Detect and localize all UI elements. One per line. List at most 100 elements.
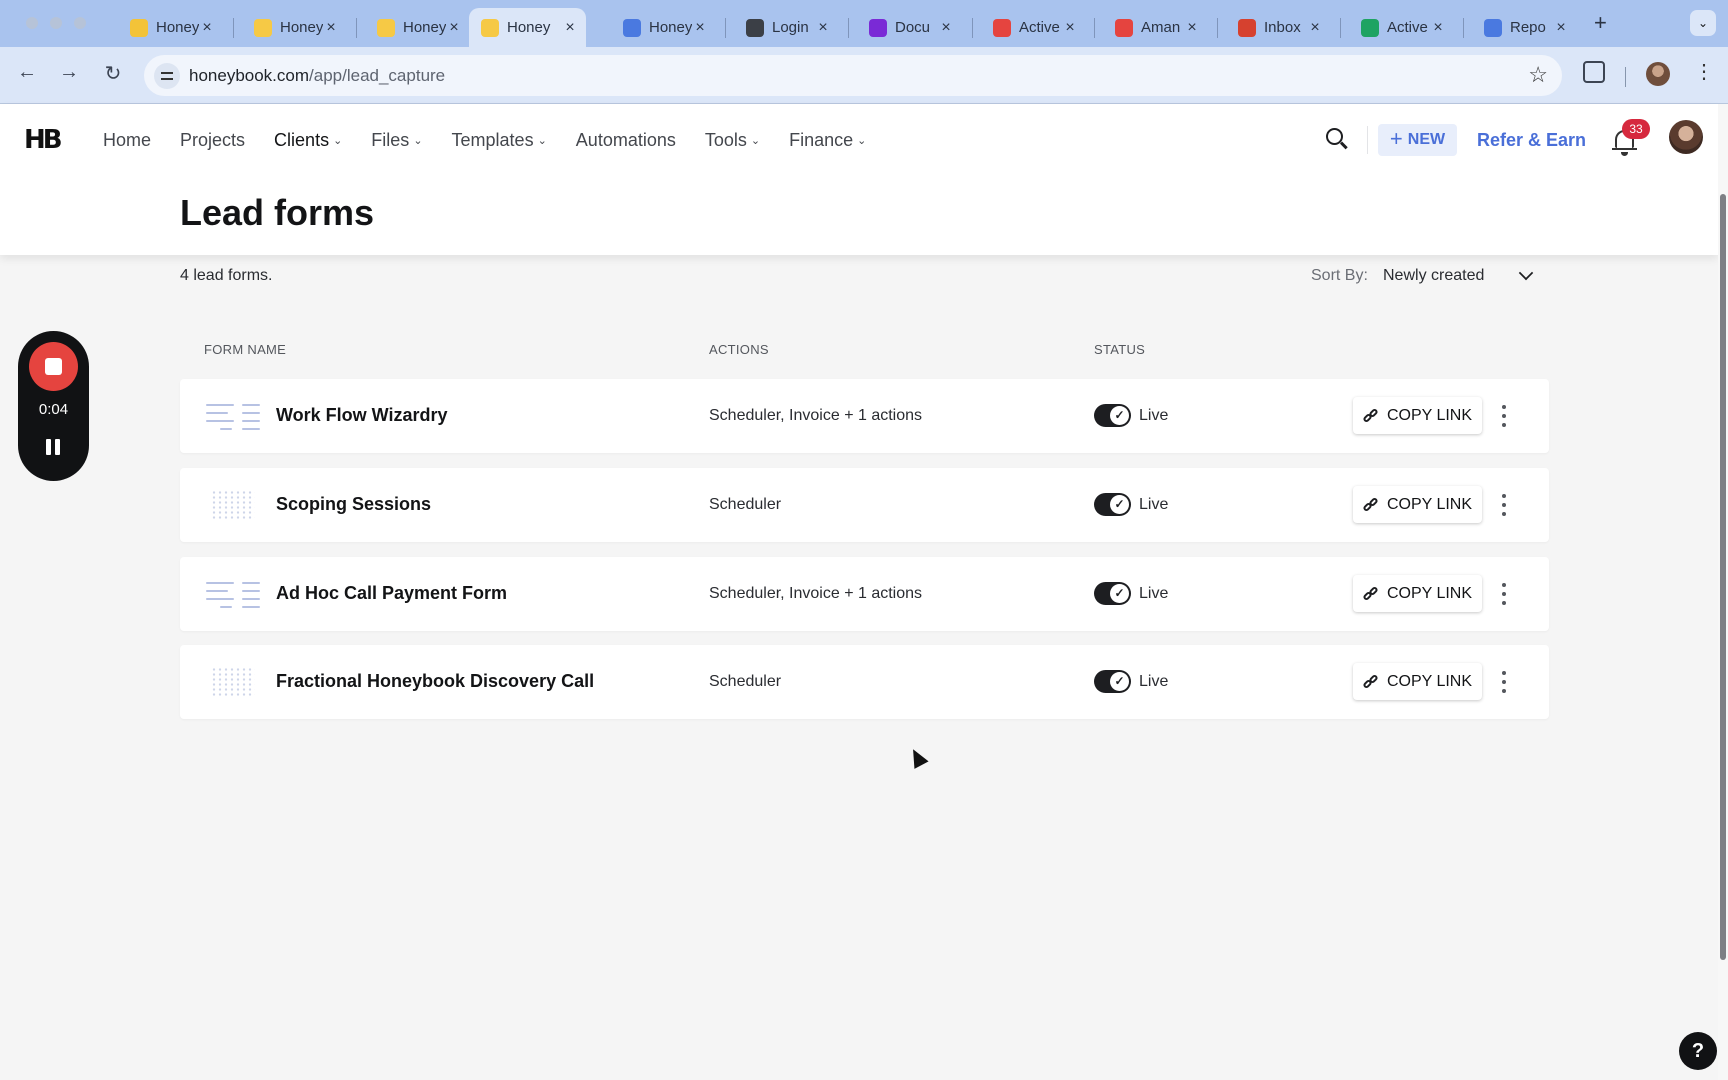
nav-item-files[interactable]: Files ⌄ — [371, 130, 422, 151]
browser-tab-title: Honey — [156, 19, 199, 36]
window-close-button[interactable] — [26, 17, 38, 29]
notification-count-badge: 33 — [1622, 119, 1650, 139]
nav-item-automations[interactable]: Automations — [576, 130, 676, 151]
browser-menu-icon[interactable]: ⋮ — [1694, 59, 1714, 84]
browser-tab-title: Login — [772, 19, 809, 36]
nav-item-clients[interactable]: Clients ⌄ — [274, 130, 342, 151]
check-icon: ✓ — [1110, 672, 1129, 691]
browser-tab[interactable]: Repo × — [1472, 8, 1577, 47]
more-options-icon[interactable] — [1500, 493, 1508, 517]
tab-search-button[interactable]: ⌄ — [1690, 10, 1716, 36]
close-tab-icon[interactable]: × — [1062, 19, 1078, 37]
copy-link-button[interactable]: COPY LINK — [1353, 575, 1482, 612]
nav-item-label: Automations — [575, 130, 676, 150]
form-name[interactable]: Ad Hoc Call Payment Form — [276, 583, 507, 604]
lead-form-row[interactable]: Ad Hoc Call Payment Form Scheduler, Invoi… — [180, 557, 1549, 631]
nav-item-label: Files — [371, 130, 410, 150]
tab-separator — [233, 18, 234, 38]
close-tab-icon[interactable]: × — [446, 19, 462, 37]
browser-tab[interactable]: Honey × — [611, 8, 716, 47]
close-tab-icon[interactable]: × — [1553, 19, 1569, 37]
lead-form-row[interactable]: Fractional Honeybook Discovery Call Sched… — [180, 645, 1549, 719]
live-toggle[interactable]: ✓ — [1094, 582, 1131, 605]
close-tab-icon[interactable]: × — [323, 19, 339, 37]
bookmark-star-icon[interactable]: ☆ — [1528, 62, 1548, 88]
window-minimize-button[interactable] — [50, 17, 62, 29]
check-icon: ✓ — [1110, 584, 1129, 603]
refer-and-earn-link[interactable]: Refer & Earn — [1477, 130, 1586, 151]
sort-by-select[interactable]: Newly created — [1383, 267, 1484, 285]
nav-item-finance[interactable]: Finance ⌄ — [789, 130, 866, 151]
chevron-down-icon[interactable] — [1518, 265, 1534, 281]
close-tab-icon[interactable]: × — [199, 19, 215, 37]
new-tab-button[interactable]: + — [1594, 10, 1607, 36]
nav-item-tools[interactable]: Tools ⌄ — [705, 130, 760, 151]
reload-icon[interactable]: ↻ — [99, 61, 127, 86]
more-options-icon[interactable] — [1500, 404, 1508, 428]
close-tab-icon[interactable]: × — [815, 19, 831, 37]
window-zoom-button[interactable] — [74, 17, 86, 29]
browser-tab[interactable]: Honey × — [469, 8, 586, 47]
back-icon[interactable]: ← — [13, 61, 41, 84]
nav-item-templates[interactable]: Templates ⌄ — [452, 130, 547, 151]
copy-link-label: COPY LINK — [1386, 584, 1473, 602]
help-button[interactable]: ? — [1679, 1032, 1717, 1070]
lead-form-row[interactable]: Scoping Sessions Scheduler ✓ Live COPY LINK — [180, 468, 1549, 542]
user-avatar[interactable] — [1669, 120, 1703, 154]
close-tab-icon[interactable]: × — [1307, 19, 1323, 37]
gmail-icon — [1238, 18, 1256, 37]
browser-tab[interactable]: Honey × — [365, 8, 470, 47]
browser-tab-title: Docu — [895, 19, 931, 36]
form-name[interactable]: Scoping Sessions — [276, 494, 431, 515]
browser-tab[interactable]: Honey × — [242, 8, 347, 47]
form-name[interactable]: Fractional Honeybook Discovery Call — [276, 671, 594, 692]
main-nav: Home Projects Clients ⌄ Files ⌄ Templates ⌄ Auto… — [103, 130, 895, 151]
status-label: Live — [1139, 585, 1169, 602]
copy-link-button[interactable]: COPY LINK — [1353, 397, 1482, 434]
form-actions: Scheduler — [709, 673, 782, 690]
copy-link-button[interactable]: COPY LINK — [1353, 486, 1482, 523]
live-toggle[interactable]: ✓ — [1094, 493, 1131, 516]
form-calendar-thumbnail-icon — [211, 667, 255, 697]
pause-icon[interactable] — [46, 439, 62, 457]
url-path: /app/lead_capture — [309, 66, 446, 85]
browser-tab[interactable]: Login × — [734, 8, 839, 47]
nav-item-home[interactable]: Home — [103, 130, 151, 151]
check-icon: ✓ — [1110, 495, 1129, 514]
extensions-icon[interactable] — [1583, 61, 1605, 83]
more-options-icon[interactable] — [1500, 582, 1508, 606]
address-bar[interactable]: honeybook.com/app/lead_capture ☆ — [144, 55, 1562, 96]
more-options-icon[interactable] — [1500, 670, 1508, 694]
close-tab-icon[interactable]: × — [1430, 19, 1446, 37]
screen-recorder-widget: 0:04 — [18, 331, 89, 481]
forward-icon[interactable]: → — [55, 61, 83, 84]
close-tab-icon[interactable]: × — [1184, 19, 1200, 37]
page-scrollbar[interactable] — [1718, 104, 1728, 1080]
browser-tab[interactable]: Active × — [1349, 8, 1454, 47]
close-tab-icon[interactable]: × — [562, 19, 578, 37]
url-text[interactable]: honeybook.com/app/lead_capture — [189, 66, 445, 86]
sort-by-label: Sort By: — [1311, 267, 1368, 284]
new-button[interactable]: + NEW — [1378, 124, 1457, 156]
header-divider — [1367, 126, 1368, 154]
live-toggle[interactable]: ✓ — [1094, 670, 1131, 693]
close-tab-icon[interactable]: × — [938, 19, 954, 37]
lead-form-row[interactable]: Work Flow Wizardry Scheduler, Invoice + 1… — [180, 379, 1549, 453]
search-icon[interactable] — [1326, 128, 1348, 150]
site-settings-icon[interactable] — [154, 63, 180, 89]
browser-tab[interactable]: Active × — [981, 8, 1086, 47]
browser-tab[interactable]: Honey × — [118, 8, 223, 47]
stop-recording-button[interactable] — [29, 342, 78, 391]
copy-link-button[interactable]: COPY LINK — [1353, 663, 1482, 700]
copy-link-label: COPY LINK — [1386, 406, 1473, 424]
live-toggle[interactable]: ✓ — [1094, 404, 1131, 427]
browser-tab[interactable]: Aman × — [1103, 8, 1208, 47]
scrollbar-thumb[interactable] — [1720, 194, 1726, 960]
browser-profile-avatar[interactable] — [1646, 62, 1670, 86]
close-tab-icon[interactable]: × — [692, 19, 708, 37]
nav-item-projects[interactable]: Projects — [180, 130, 245, 151]
form-name[interactable]: Work Flow Wizardry — [276, 405, 448, 426]
honeybook-logo[interactable]: HB — [24, 125, 63, 155]
browser-tab[interactable]: Inbox × — [1226, 8, 1331, 47]
browser-tab[interactable]: Docu × — [857, 8, 962, 47]
